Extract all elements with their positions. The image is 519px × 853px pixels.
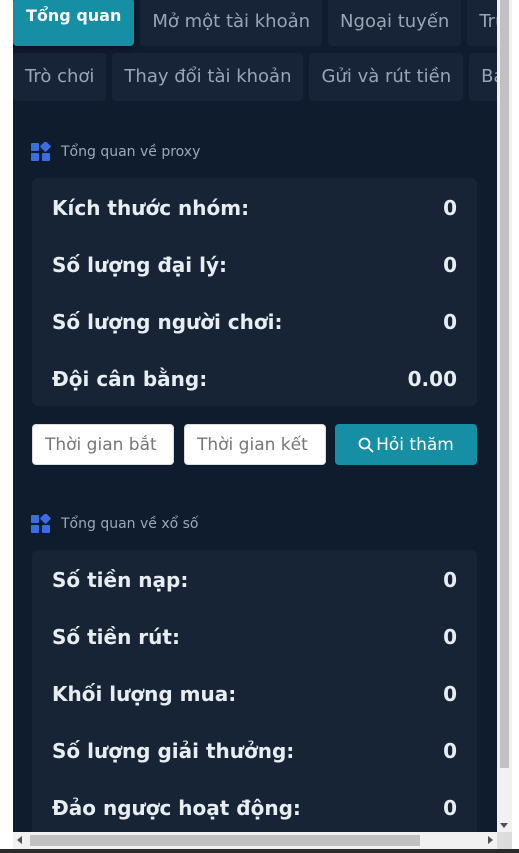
stat-value: 0 [443, 796, 457, 820]
proxy-section-header: Tổng quan về proxy [31, 140, 200, 164]
stat-value: 0 [443, 310, 457, 334]
tab-open-account[interactable]: Mở một tài khoản [140, 0, 323, 46]
stat-value: 0.00 [407, 367, 457, 391]
tab-deposit-withdraw[interactable]: Gửi và rút tiền [309, 53, 464, 101]
lottery-stats-card: Số tiền nạp: 0 Số tiền rút: 0 Khối lượng… [32, 550, 477, 832]
stat-row-purchase-volume: Khối lượng mua: 0 [52, 679, 457, 709]
dashboard-icon [31, 514, 51, 533]
stat-row-withdraw: Số tiền rút: 0 [52, 622, 457, 652]
proxy-section-title: Tổng quan về proxy [61, 144, 201, 160]
scrollbar-corner [497, 832, 512, 849]
stat-value: 0 [443, 625, 457, 649]
stat-row-team-balance: Đội cân bằng: 0.00 [52, 364, 457, 394]
tab-overview[interactable]: Tổng quan [13, 0, 135, 46]
tab-bar-secondary: Trò chơi Thay đổi tài khoản Gửi và rút t… [13, 53, 497, 101]
lottery-section-header: Tổng quan về xổ số [31, 512, 199, 536]
stat-row-reversal: Đảo ngược hoạt động: 0 [52, 793, 457, 823]
search-icon [358, 437, 374, 452]
vertical-scrollbar[interactable] [497, 0, 512, 832]
stat-label: Đội cân bằng: [52, 367, 208, 391]
stat-label: Số tiền nạp: [52, 568, 189, 592]
tab-offline[interactable]: Ngoại tuyến [328, 0, 462, 46]
stat-value: 0 [443, 253, 457, 277]
stat-value: 0 [443, 196, 457, 220]
stat-row-agent-count: Số lượng đại lý: 0 [52, 250, 457, 280]
stat-label: Đảo ngược hoạt động: [52, 796, 301, 820]
tab-games[interactable]: Trò chơi [13, 53, 107, 101]
app-frame: Tổng quan Mở một tài khoản Ngoại tuyến T… [13, 0, 497, 832]
proxy-stats-card: Kích thước nhóm: 0 Số lượng đại lý: 0 Số… [32, 178, 477, 406]
start-time-input[interactable] [32, 424, 174, 465]
stat-value: 0 [443, 568, 457, 592]
stat-row-player-count: Số lượng người chơi: 0 [52, 307, 457, 337]
query-button-label: Hỏi thăm [376, 434, 454, 455]
stat-label: Số tiền rút: [52, 625, 180, 649]
stat-row-prize-count: Số lượng giải thưởng: 0 [52, 736, 457, 766]
scroll-left-arrow-icon[interactable] [17, 836, 22, 844]
stat-label: Số lượng giải thưởng: [52, 739, 295, 763]
tab-report[interactable]: Báo cáo [469, 53, 497, 101]
stat-label: Số lượng đại lý: [52, 253, 227, 277]
dashboard-icon [31, 142, 51, 161]
scroll-right-arrow-icon[interactable] [488, 836, 493, 844]
horizontal-scrollbar[interactable] [13, 832, 497, 849]
stat-row-group-size: Kích thước nhóm: 0 [52, 193, 457, 223]
stat-value: 0 [443, 739, 457, 763]
stat-label: Kích thước nhóm: [52, 196, 250, 220]
end-time-input[interactable] [184, 424, 326, 465]
lottery-section-title: Tổng quan về xổ số [61, 516, 199, 532]
tab-online[interactable]: Trực tuyến [467, 0, 497, 46]
stat-value: 0 [443, 682, 457, 706]
tab-change-account[interactable]: Thay đổi tài khoản [112, 53, 304, 101]
stat-label: Số lượng người chơi: [52, 310, 283, 334]
vertical-scroll-thumb[interactable] [500, 0, 509, 768]
query-button[interactable]: Hỏi thăm [335, 424, 477, 465]
window-bottom-edge [0, 849, 519, 853]
stat-row-deposit: Số tiền nạp: 0 [52, 565, 457, 595]
stat-label: Khối lượng mua: [52, 682, 237, 706]
tab-bar-primary: Tổng quan Mở một tài khoản Ngoại tuyến T… [13, 0, 497, 46]
scroll-down-arrow-icon[interactable] [500, 823, 508, 828]
horizontal-scroll-thumb[interactable] [30, 835, 420, 846]
